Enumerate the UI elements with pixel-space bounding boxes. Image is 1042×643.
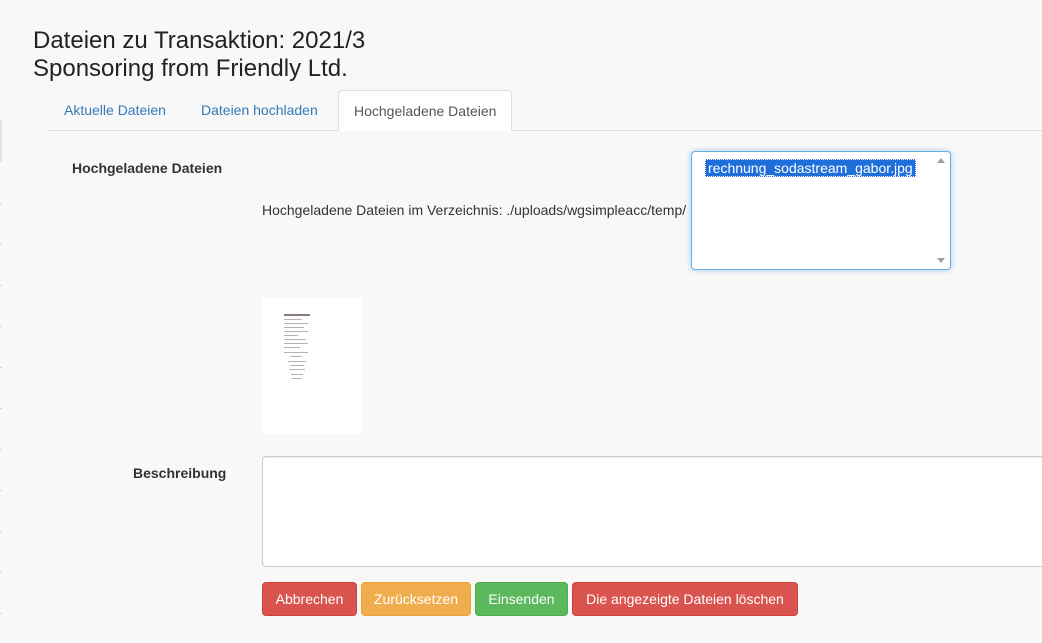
uploaded-files-select[interactable]: rechnung_sodastream_gabor.jpg <box>691 151 951 270</box>
file-preview-thumbnail <box>262 297 362 434</box>
scroll-up-arrow-icon[interactable] <box>937 158 945 163</box>
delete-files-button[interactable]: Die angezeigte Dateien löschen <box>572 582 798 616</box>
tab-hochgeladene-dateien[interactable]: Hochgeladene Dateien <box>338 90 513 131</box>
scroll-down-arrow-icon[interactable] <box>937 258 945 263</box>
left-edge-strip <box>0 120 2 162</box>
page-title: Dateien zu Transaktion: 2021/3 Sponsorin… <box>33 27 365 83</box>
page-title-line2: Sponsoring from Friendly Ltd. <box>33 55 348 82</box>
reset-button[interactable]: Zurücksetzen <box>361 582 471 616</box>
file-option-selected[interactable]: rechnung_sodastream_gabor.jpg <box>705 159 916 177</box>
page-title-line1: Dateien zu Transaktion: 2021/3 <box>33 27 366 54</box>
cancel-button[interactable]: Abbrechen <box>262 582 357 616</box>
uploaded-files-label: Hochgeladene Dateien <box>72 160 223 176</box>
file-select-scrollbar[interactable] <box>933 152 950 269</box>
page: Dateien zu Transaktion: 2021/3 Sponsorin… <box>0 0 1042 643</box>
upload-directory-text: Hochgeladene Dateien im Verzeichnis: ./u… <box>262 202 687 218</box>
description-textarea[interactable] <box>262 456 1042 567</box>
tab-bar: Aktuelle Dateien Dateien hochladen Hochg… <box>48 90 1042 131</box>
receipt-image-icon <box>284 312 310 382</box>
description-label: Beschreibung <box>133 465 227 481</box>
tab-dateien-hochladen[interactable]: Dateien hochladen <box>186 90 333 130</box>
tab-aktuelle-dateien[interactable]: Aktuelle Dateien <box>49 90 181 130</box>
submit-button[interactable]: Einsenden <box>475 582 568 616</box>
